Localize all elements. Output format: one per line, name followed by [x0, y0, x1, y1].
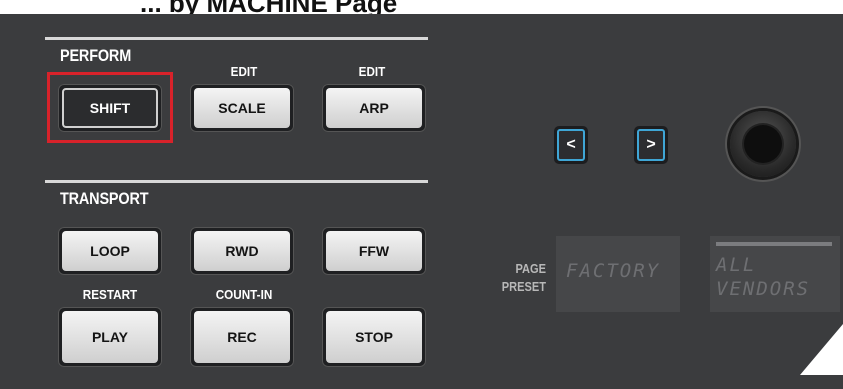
arp-secondary-label: EDIT: [358, 64, 386, 79]
ffw-button[interactable]: FFW: [322, 227, 426, 275]
display-page-label: PAGE: [515, 261, 546, 276]
lcd-display-2-line2: VENDORS: [716, 278, 811, 300]
shift-button-label: SHIFT: [62, 88, 158, 128]
page-right-button[interactable]: >: [634, 126, 668, 164]
display-preset-label: PRESET: [501, 279, 546, 294]
lcd-display-1-text: FACTORY: [566, 260, 661, 282]
lcd-display-1: FACTORY: [556, 236, 680, 312]
browse-knob[interactable]: [730, 111, 796, 177]
rec-secondary-label: COUNT-IN: [215, 287, 273, 302]
play-button-label: PLAY: [62, 311, 158, 363]
transport-divider: [45, 180, 428, 183]
chevron-right-icon: >: [637, 129, 665, 161]
scale-button-label: SCALE: [194, 88, 290, 128]
knob-cap: [744, 125, 782, 163]
perform-section-label: PERFORM: [60, 46, 132, 65]
loop-button[interactable]: LOOP: [58, 227, 162, 275]
scale-button[interactable]: SCALE: [190, 84, 294, 132]
shift-button[interactable]: SHIFT: [58, 84, 162, 132]
play-button[interactable]: PLAY: [58, 307, 162, 367]
lcd-display-2-line1: ALL: [716, 254, 757, 276]
rwd-button[interactable]: RWD: [190, 227, 294, 275]
page-left-button[interactable]: <: [554, 126, 588, 164]
rwd-button-label: RWD: [194, 231, 290, 271]
lcd-display-2: ALL VENDORS: [710, 236, 840, 312]
chevron-left-icon: <: [557, 129, 585, 161]
arp-button-label: ARP: [326, 88, 422, 128]
lcd-display-2-meter: [716, 242, 832, 246]
corner-cutout: [800, 324, 843, 375]
ffw-button-label: FFW: [326, 231, 422, 271]
stop-button-label: STOP: [326, 311, 422, 363]
play-secondary-label: RESTART: [82, 287, 138, 302]
transport-section-label: TRANSPORT: [60, 189, 149, 208]
stop-button[interactable]: STOP: [322, 307, 426, 367]
perform-divider: [45, 37, 428, 40]
scale-secondary-label: EDIT: [230, 64, 258, 79]
rec-button-label: REC: [194, 311, 290, 363]
rec-button[interactable]: REC: [190, 307, 294, 367]
arp-button[interactable]: ARP: [322, 84, 426, 132]
loop-button-label: LOOP: [62, 231, 158, 271]
